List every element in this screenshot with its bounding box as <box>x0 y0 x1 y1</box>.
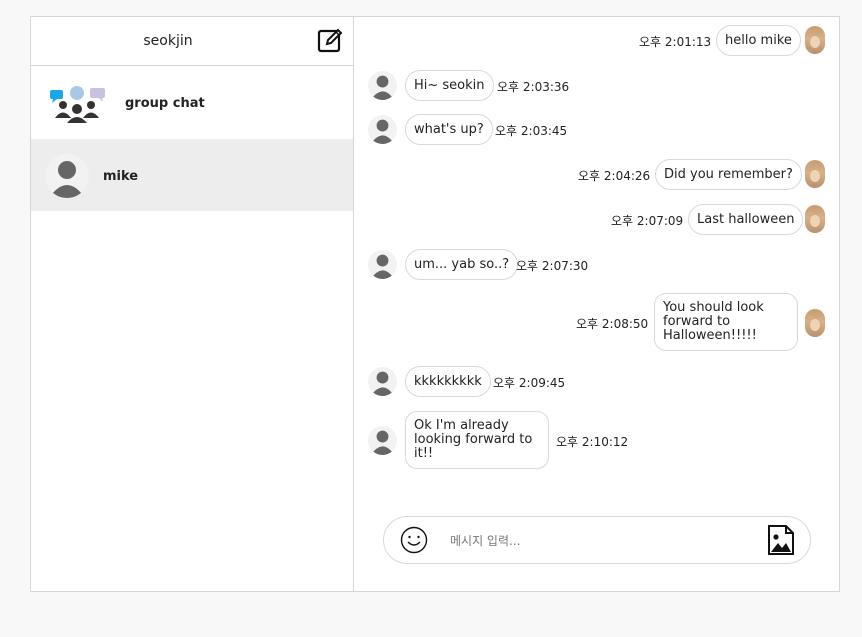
user-avatar <box>368 115 397 144</box>
message-time: 오후 2:07:30 <box>516 259 589 273</box>
smiley-icon[interactable] <box>399 525 429 555</box>
room-name: mike <box>103 169 139 184</box>
message-bubble: kkkkkkkkk <box>405 366 491 397</box>
message-time: 오후 2:09:45 <box>493 376 566 390</box>
user-avatar <box>368 250 397 279</box>
user-avatar <box>45 154 89 198</box>
chat-panel: 오후 2:01:13 hello mike Hi~ seokin 오후 2:03… <box>354 17 839 591</box>
room-group-chat[interactable]: group chat <box>31 67 353 139</box>
my-avatar <box>805 26 825 54</box>
compose-icon[interactable] <box>317 28 343 54</box>
message-bubble: You should look forward to Halloween!!!!… <box>654 293 798 351</box>
current-username: seokjin <box>143 33 193 49</box>
message-bubble: hello mike <box>716 25 801 56</box>
message-time: 오후 2:01:13 <box>639 35 712 49</box>
user-avatar <box>368 426 397 455</box>
user-avatar <box>368 71 397 100</box>
message-bubble: what's up? <box>405 114 493 145</box>
message-bubble: Hi~ seokin <box>405 70 494 101</box>
my-avatar <box>805 309 825 337</box>
image-upload-icon[interactable] <box>766 524 796 556</box>
my-avatar <box>805 205 825 233</box>
room-mike[interactable]: mike <box>31 139 353 211</box>
group-chat-icon <box>50 86 105 123</box>
message-time: 오후 2:07:09 <box>611 214 684 228</box>
message-time: 오후 2:03:45 <box>495 124 568 138</box>
message-time: 오후 2:04:26 <box>578 169 651 183</box>
sidebar: seokjin group chat mike <box>31 17 354 591</box>
message-bubble: Ok I'm already looking forward to it!! <box>405 411 549 469</box>
sidebar-header: seokjin <box>31 17 353 66</box>
message-composer <box>383 516 811 564</box>
chat-app: seokjin group chat mike 오후 2:01:13 hello… <box>30 16 840 592</box>
message-time: 오후 2:08:50 <box>576 317 649 331</box>
message-bubble: um... yab so..? <box>405 249 519 280</box>
message-time: 오후 2:10:12 <box>556 435 629 449</box>
message-input[interactable] <box>448 529 752 553</box>
room-name: group chat <box>125 96 205 111</box>
message-bubble: Last halloween <box>688 204 804 235</box>
user-avatar <box>368 367 397 396</box>
my-avatar <box>805 160 825 188</box>
message-bubble: Did you remember? <box>655 159 802 190</box>
message-time: 오후 2:03:36 <box>497 80 570 94</box>
